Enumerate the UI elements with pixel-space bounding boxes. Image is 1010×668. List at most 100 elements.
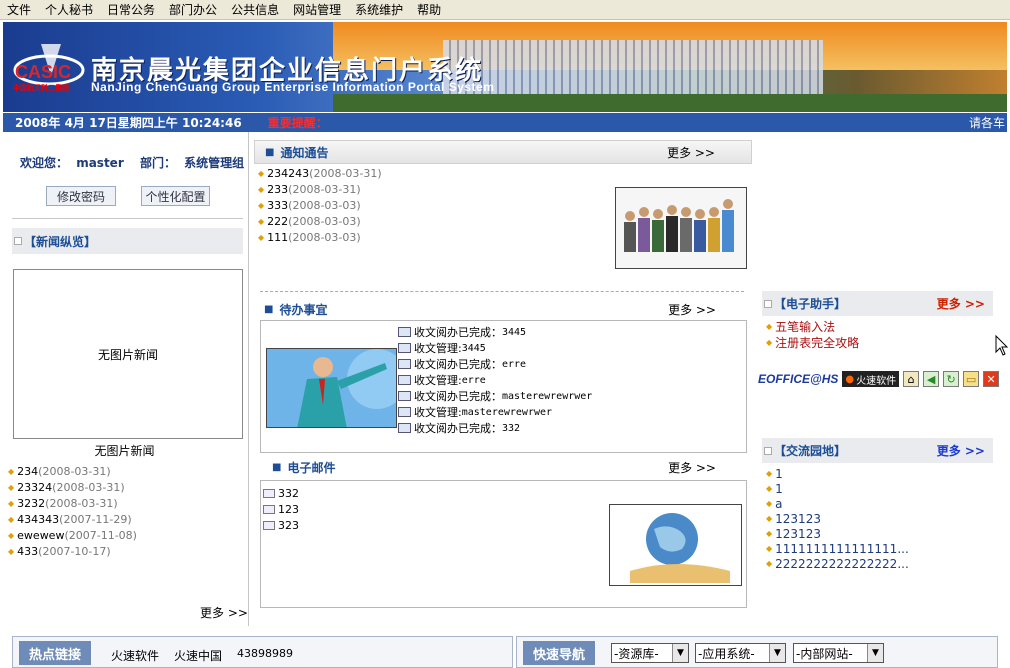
list-item[interactable]: 收文管理: masterewrewrwer (398, 404, 592, 420)
bullet-icon: ■ (272, 461, 282, 473)
todo-title: 待办事宜 (279, 302, 328, 317)
list-item[interactable]: ◆ 3232 (2008-03-31) (8, 495, 137, 511)
divider (260, 291, 744, 292)
list-item[interactable]: ◆ 222 (2008-03-03) (258, 213, 382, 229)
list-item[interactable]: ◆ 1 (766, 466, 909, 481)
news-picture-caption[interactable]: 无图片新闻 (0, 442, 249, 459)
department-label: 部门： (139, 156, 176, 170)
department-name: 系统管理组 (184, 156, 245, 170)
notice-more-link[interactable]: 更多 >> (667, 144, 715, 161)
bullet-icon: ◆ (766, 529, 773, 538)
menu-site-management[interactable]: 网站管理 (286, 1, 348, 18)
menu-department-office[interactable]: 部门办公 (162, 1, 224, 18)
personalize-button[interactable]: 个性化配置 (141, 186, 210, 206)
list-item[interactable]: ◆ 434343 (2007-11-29) (8, 511, 137, 527)
forum-section-header: 【交流园地】 更多 >> (762, 438, 993, 463)
list-item[interactable]: 收文阅办已完成： 332 (398, 420, 592, 436)
link-phone[interactable]: 43898989 (237, 647, 293, 660)
list-item[interactable]: ◆ 23324 (2008-03-31) (8, 479, 137, 495)
list-item[interactable]: ◆ 234 (2008-03-31) (8, 463, 137, 479)
list-item[interactable]: ◆ 注册表完全攻略 (766, 334, 859, 350)
bullet-icon: ◆ (8, 498, 15, 508)
current-datetime: 2008年 4月 17日星期四上午 10:24:46 (15, 116, 242, 130)
assistant-more-link[interactable]: 更多 >> (937, 295, 985, 312)
list-item[interactable]: ◆ ewewew (2007-11-08) (8, 527, 137, 543)
assistant-list: ◆ 五笔输入法 ◆ 注册表完全攻略 (766, 318, 859, 350)
todo-more-link[interactable]: 更多 >> (668, 301, 716, 318)
scrolling-notice[interactable]: 请各车 (969, 114, 1007, 131)
list-item[interactable]: ◆ 五笔输入法 (766, 318, 859, 334)
bullet-icon: ◆ (766, 514, 773, 523)
notice-photo-people (615, 187, 747, 269)
todo-list: 收文阅办已完成： 3445 收文管理: 3445 收文阅办已完成： erre 收文管理… (398, 324, 592, 436)
bullet-icon: ■ (264, 303, 274, 315)
list-item[interactable]: ◆ 234243 (2008-03-31) (258, 165, 382, 181)
list-item[interactable]: 323 (263, 517, 299, 533)
hot-links-label: 热点链接 (19, 641, 92, 665)
list-item[interactable]: ◆ 123123 (766, 526, 909, 541)
bullet-icon: ◆ (258, 184, 265, 194)
right-panel: 【电子助手】 更多 >> ◆ 五笔输入法 ◆ 注册表完全攻略 【交流园地】 更多 >… (758, 132, 1010, 626)
document-icon (398, 423, 411, 433)
quick-nav-label: 快速导航 (523, 641, 596, 665)
notice-section-header: ■ 通知通告 更多 >> (254, 140, 752, 164)
bullet-icon: ◆ (766, 469, 773, 478)
email-section-header: ■ 电子邮件 更多 >> (254, 455, 752, 479)
list-item[interactable]: ◆ a (766, 496, 909, 511)
assistant-section-header: 【电子助手】 更多 >> (762, 291, 993, 316)
list-item[interactable]: ◆ 233 (2008-03-31) (258, 181, 382, 197)
document-icon (398, 407, 411, 417)
list-item[interactable]: ◆ 111 (2008-03-03) (258, 229, 382, 245)
menu-help[interactable]: 帮助 (410, 1, 448, 18)
application-system-select[interactable]: -应用系统- ▼ (695, 643, 786, 663)
people-group-icon (616, 188, 746, 268)
menu-daily-affairs[interactable]: 日常公务 (100, 1, 162, 18)
quick-nav-box: 快速导航 -资源库- ▼ -应用系统- ▼ -内部网站- ▼ (516, 636, 998, 668)
news-more-link[interactable]: 更多 >> (200, 604, 248, 621)
list-item[interactable]: 收文阅办已完成： masterewrewrwer (398, 388, 592, 404)
bullet-icon: ◆ (766, 337, 773, 347)
list-item[interactable]: 收文管理: erre (398, 372, 592, 388)
forum-list: ◆ 1 ◆ 1 ◆ a ◆ 123123 ◆ 123123 ◆ 11111111111111… (766, 466, 909, 571)
link-huosu-china[interactable]: 火速中国 (174, 647, 222, 664)
forum-more-link[interactable]: 更多 >> (937, 442, 985, 459)
bullet-icon: ◆ (766, 484, 773, 493)
menu-file[interactable]: 文件 (0, 1, 38, 18)
square-icon (764, 299, 772, 308)
status-bar: 2008年 4月 17日星期四上午 10:24:46 重要提醒： 请各车 (3, 113, 1007, 132)
bullet-icon: ◆ (766, 559, 773, 568)
list-item[interactable]: 收文管理: 3445 (398, 340, 592, 356)
list-item[interactable]: ◆ 333 (2008-03-03) (258, 197, 382, 213)
todo-box: 收文阅办已完成： 3445 收文管理: 3445 收文阅办已完成： erre 收文管理… (260, 320, 747, 453)
header-banner: CASIC 中国航天科工集团 南京晨光集团企业信息门户系统 NanJing Ch… (3, 22, 1007, 112)
mail-icon (263, 520, 275, 530)
internal-site-select[interactable]: -内部网站- ▼ (793, 643, 884, 663)
list-item[interactable]: 收文阅办已完成： erre (398, 356, 592, 372)
menu-public-info[interactable]: 公共信息 (224, 1, 286, 18)
list-item[interactable]: ◆ 123123 (766, 511, 909, 526)
list-item[interactable]: ◆ 1111111111111111... (766, 541, 909, 556)
news-picture-box[interactable]: 无图片新闻 (13, 269, 243, 439)
link-huosu-software[interactable]: 火速软件 (111, 647, 159, 664)
email-more-link[interactable]: 更多 >> (668, 459, 716, 476)
resource-library-select[interactable]: -资源库- ▼ (611, 643, 689, 663)
list-item[interactable]: ◆ 433 (2007-10-17) (8, 543, 137, 559)
list-item[interactable]: ◆ 1 (766, 481, 909, 496)
news-section-title: 【新闻纵览】 (24, 234, 97, 249)
list-item[interactable]: 收文阅办已完成： 3445 (398, 324, 592, 340)
list-item[interactable]: 332 (263, 485, 299, 501)
bullet-icon: ◆ (8, 530, 15, 540)
list-item[interactable]: 123 (263, 501, 299, 517)
bullet-icon: ◆ (258, 200, 265, 210)
bullet-icon: ◆ (258, 216, 265, 226)
change-password-button[interactable]: 修改密码 (46, 186, 116, 206)
logo-subtitle: 中国航天科工集团 (13, 84, 69, 92)
todo-photo-businessman (266, 348, 397, 428)
welcome-label: 欢迎您： (20, 156, 69, 170)
bullet-icon: ◆ (766, 499, 773, 508)
document-icon (398, 391, 411, 401)
menu-personal-secretary[interactable]: 个人秘书 (38, 1, 100, 18)
list-item[interactable]: ◆ 2222222222222222... (766, 556, 909, 571)
menu-system-maintenance[interactable]: 系统维护 (348, 1, 410, 18)
banner-building (443, 40, 823, 96)
